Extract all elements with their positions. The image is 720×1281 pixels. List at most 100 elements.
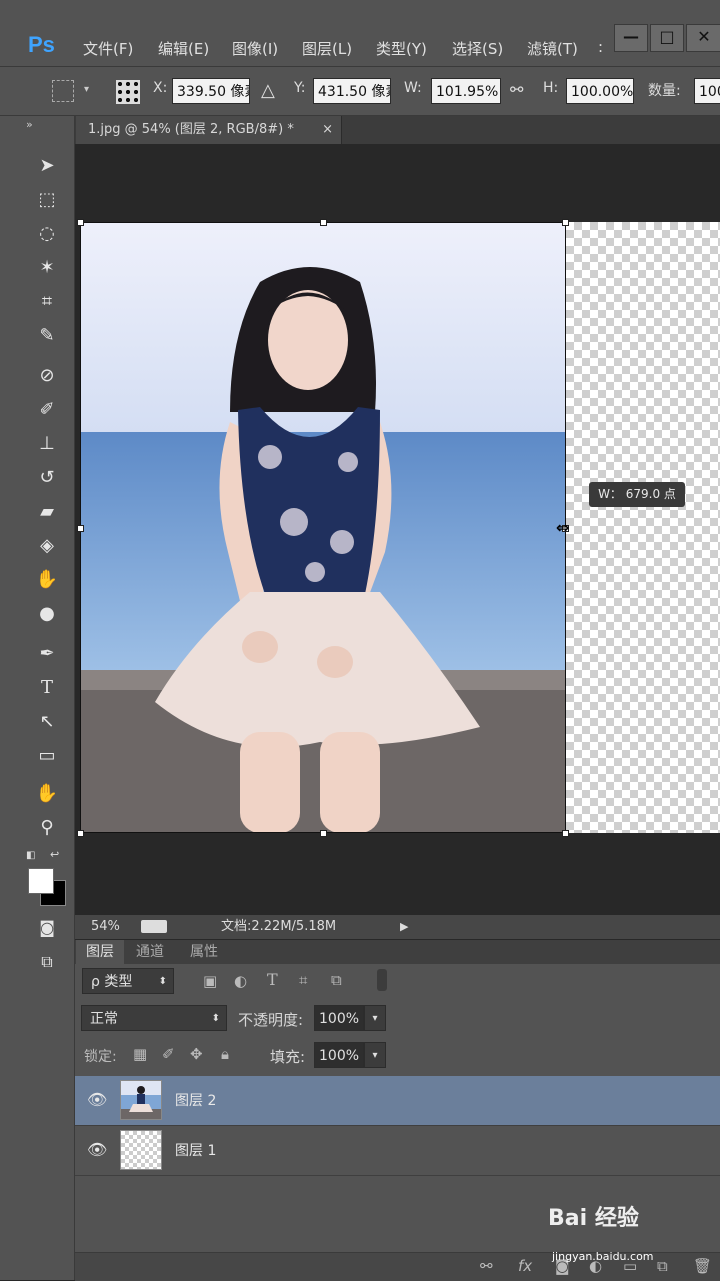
layer-row-selected[interactable]: 👁︎ 图层 2 bbox=[75, 1076, 720, 1126]
status-menu-arrow-icon[interactable]: ▶ bbox=[400, 915, 408, 939]
screen-mode-icon[interactable]: ⧉ bbox=[33, 948, 61, 976]
status-bar: 54% 文档:2.22M/5.18M ▶ bbox=[75, 915, 720, 939]
opacity-dropdown-icon[interactable]: ▾ bbox=[364, 1005, 386, 1031]
width-tooltip: W： 679.0 点 bbox=[589, 482, 685, 507]
blend-mode-select[interactable]: 正常 ⬍ bbox=[81, 1005, 227, 1031]
lasso-tool-icon[interactable]: ◌ bbox=[33, 220, 61, 248]
trash-icon[interactable]: 🗑︎ bbox=[693, 1257, 712, 1275]
document-tab[interactable]: 1.jpg @ 54% (图层 2, RGB/8#) * × bbox=[76, 116, 342, 144]
type-filter-icon[interactable]: T bbox=[267, 970, 278, 989]
chevron-updown-icon: ⬍ bbox=[211, 1013, 220, 1024]
pen-tool-icon[interactable]: ✒ bbox=[33, 640, 61, 668]
link-layers-icon[interactable]: ⚯ bbox=[480, 1257, 493, 1275]
baidu-watermark-url: jingyan.baidu.com bbox=[552, 1250, 654, 1263]
menu-type[interactable]: 类型(Y) bbox=[376, 38, 427, 59]
magic-wand-tool-icon[interactable]: ✶ bbox=[33, 254, 61, 282]
layer-name: 图层 2 bbox=[175, 1093, 217, 1109]
pixel-filter-icon[interactable]: ▣ bbox=[203, 972, 217, 990]
x-field[interactable]: 339.50 像素 bbox=[172, 78, 250, 104]
filter-toggle-icon[interactable] bbox=[377, 969, 387, 991]
zoom-tool-icon[interactable]: ⚲ bbox=[33, 814, 61, 842]
visibility-eye-icon[interactable]: 👁︎ bbox=[87, 1140, 107, 1159]
transform-handle-left[interactable] bbox=[77, 525, 84, 532]
healing-brush-tool-icon[interactable]: ⊘ bbox=[33, 362, 61, 390]
quick-mask-icon[interactable]: ◙ bbox=[33, 914, 61, 942]
triangle-icon[interactable]: △ bbox=[261, 80, 275, 101]
tools-panel: » ➤ ⬚ ◌ ✶ ⌗ ✎ ⊘ ✐ ⊥ ↺ ▰ ◈ ✋ ● ✒ T ↖ ▭ ✋ … bbox=[0, 116, 75, 1280]
foreground-color-swatch[interactable] bbox=[28, 868, 54, 894]
fill-dropdown-icon[interactable]: ▾ bbox=[364, 1042, 386, 1068]
collapse-icon[interactable]: » bbox=[26, 118, 33, 131]
transform-handle-bottom-right[interactable] bbox=[562, 830, 569, 837]
menu-file[interactable]: 文件(F) bbox=[83, 38, 133, 59]
layer-photo[interactable] bbox=[80, 222, 566, 833]
count-field[interactable]: 100 bbox=[694, 78, 720, 104]
fill-field[interactable]: 100% bbox=[314, 1042, 364, 1068]
new-layer-icon[interactable]: ⧉ bbox=[657, 1257, 668, 1275]
layer-row[interactable]: 👁︎ 图层 1 bbox=[75, 1126, 720, 1176]
lock-all-icon[interactable]: 🔒︎ bbox=[221, 1045, 229, 1063]
smart-object-filter-icon[interactable]: ⧉ bbox=[331, 971, 342, 989]
menu-edit[interactable]: 编辑(E) bbox=[158, 38, 209, 59]
chevron-down-icon[interactable]: ▾ bbox=[84, 84, 89, 95]
move-tool-icon[interactable]: ➤ bbox=[33, 152, 61, 180]
adjustment-filter-icon[interactable]: ◐ bbox=[234, 972, 247, 990]
layer-thumbnail bbox=[120, 1080, 162, 1120]
document-size: 文档:2.22M/5.18M bbox=[221, 919, 337, 934]
menu-overflow[interactable]: : bbox=[598, 38, 603, 56]
transform-handle-bottom-left[interactable] bbox=[77, 830, 84, 837]
layer-filter-select[interactable]: ρ 类型 ⬍ bbox=[82, 968, 174, 994]
h-field[interactable]: 100.00% bbox=[566, 78, 634, 104]
status-toggle-icon[interactable] bbox=[141, 920, 167, 933]
menu-layer[interactable]: 图层(L) bbox=[302, 38, 352, 59]
transform-handle-top-right[interactable] bbox=[562, 219, 569, 226]
y-field[interactable]: 431.50 像素 bbox=[313, 78, 391, 104]
x-label: X: bbox=[153, 80, 168, 96]
visibility-eye-icon[interactable]: 👁︎ bbox=[87, 1090, 107, 1109]
type-tool-icon[interactable]: T bbox=[33, 674, 61, 702]
history-brush-tool-icon[interactable]: ↺ bbox=[33, 464, 61, 492]
tab-properties[interactable]: 属性 bbox=[180, 940, 228, 964]
menu-select[interactable]: 选择(S) bbox=[452, 38, 503, 59]
shape-filter-icon[interactable]: ⌗ bbox=[299, 971, 307, 989]
w-field[interactable]: 101.95% bbox=[431, 78, 501, 104]
menu-filter[interactable]: 滤镜(T) bbox=[527, 38, 578, 59]
transform-handle-bottom[interactable] bbox=[320, 830, 327, 837]
default-colors-icon[interactable]: ◧ bbox=[26, 850, 35, 861]
restore-button[interactable]: □ bbox=[650, 24, 684, 52]
eraser-tool-icon[interactable]: ▰ bbox=[33, 498, 61, 526]
reference-point-icon[interactable] bbox=[116, 80, 140, 104]
lock-pixels-icon[interactable]: ✐ bbox=[162, 1045, 175, 1063]
rectangle-tool-icon[interactable]: ▭ bbox=[33, 742, 61, 770]
lock-position-icon[interactable]: ✥ bbox=[190, 1045, 203, 1063]
blend-mode-value: 正常 bbox=[90, 1011, 118, 1027]
path-selection-tool-icon[interactable]: ↖ bbox=[33, 708, 61, 736]
crop-tool-icon[interactable]: ⌗ bbox=[33, 288, 61, 316]
transform-handle-top-left[interactable] bbox=[77, 219, 84, 226]
fx-icon[interactable]: fx bbox=[518, 1257, 532, 1275]
swap-colors-icon[interactable]: ↩ bbox=[50, 848, 59, 861]
menu-image[interactable]: 图像(I) bbox=[232, 38, 278, 59]
paint-bucket-tool-icon[interactable]: ◈ bbox=[33, 532, 61, 560]
window-controls: — □ ✕ bbox=[610, 24, 720, 52]
marquee-tool-icon[interactable]: ⬚ bbox=[33, 186, 61, 214]
dodge-tool-icon[interactable]: ● bbox=[33, 600, 61, 628]
eyedropper-tool-icon[interactable]: ✎ bbox=[33, 322, 61, 350]
minimize-button[interactable]: — bbox=[614, 24, 648, 52]
transform-tool-icon[interactable] bbox=[52, 80, 74, 102]
brush-tool-icon[interactable]: ✐ bbox=[33, 396, 61, 424]
tab-channels[interactable]: 通道 bbox=[126, 940, 174, 964]
opacity-field[interactable]: 100% bbox=[314, 1005, 364, 1031]
tab-layers[interactable]: 图层 bbox=[76, 940, 124, 964]
blur-tool-icon[interactable]: ✋ bbox=[33, 566, 61, 594]
w-label: W: bbox=[404, 80, 422, 96]
zoom-level[interactable]: 54% bbox=[91, 915, 120, 939]
fill-label: 填充: bbox=[270, 1048, 306, 1066]
close-icon[interactable]: × bbox=[322, 116, 333, 144]
hand-tool-icon[interactable]: ✋ bbox=[33, 780, 61, 808]
transform-handle-top[interactable] bbox=[320, 219, 327, 226]
clone-stamp-tool-icon[interactable]: ⊥ bbox=[33, 430, 61, 458]
lock-transparent-icon[interactable]: ▦ bbox=[133, 1045, 147, 1063]
link-icon[interactable]: ⚯ bbox=[510, 80, 523, 99]
close-button[interactable]: ✕ bbox=[686, 24, 720, 52]
